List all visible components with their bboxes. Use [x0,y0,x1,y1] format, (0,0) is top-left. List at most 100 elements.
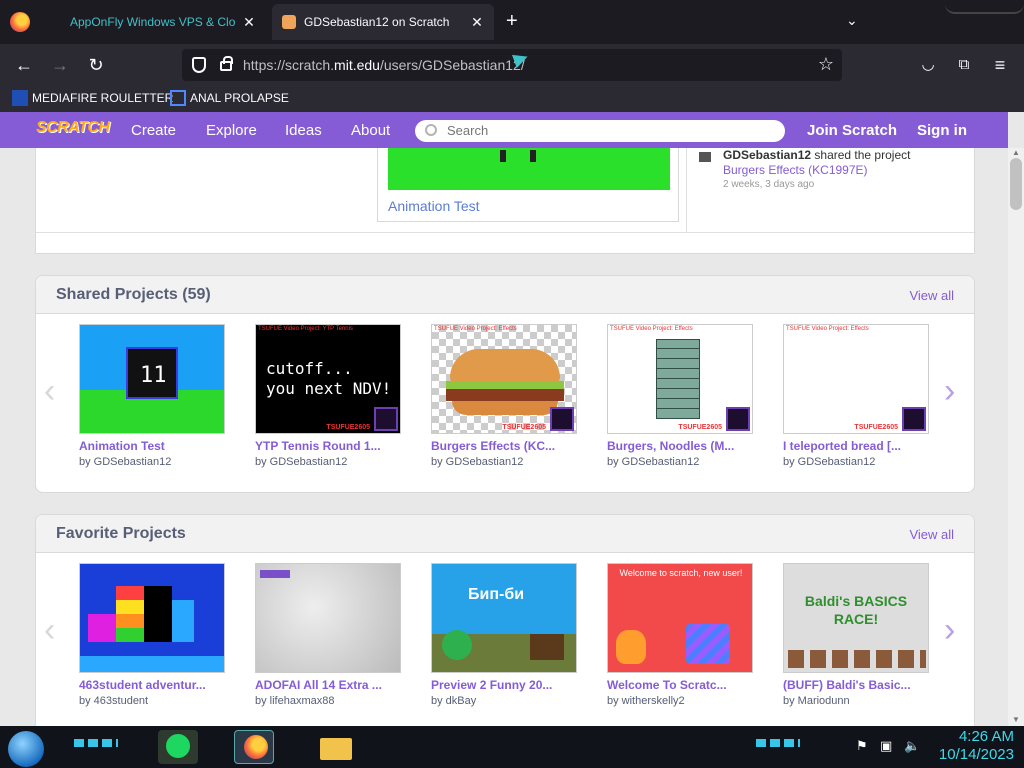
search-input[interactable] [447,123,747,138]
project-author[interactable]: by GDSebastian12 [79,456,225,468]
project-title[interactable]: Preview 2 Funny 20... [431,678,577,692]
project-card[interactable]: 11 Animation Test by GDSebastian12 [79,324,225,468]
carousel-left-arrow-icon[interactable]: ‹ [44,372,55,411]
project-title[interactable]: Burgers, Noodles (M... [607,439,753,453]
nav-create[interactable]: Create [131,122,176,139]
back-arrow-icon[interactable]: ← [12,53,36,77]
search-box[interactable] [415,120,785,142]
featured-activity-panel: Animation Test GDSebastian12 shared the … [35,148,976,254]
favorite-projects-title: Favorite Projects [56,525,186,542]
project-author[interactable]: by GDSebastian12 [783,456,929,468]
project-thumbnail[interactable] [79,563,225,673]
view-all-link[interactable]: View all [909,527,954,542]
project-author[interactable]: by witherskelly2 [607,695,753,707]
project-title[interactable]: Welcome To Scratc... [607,678,753,692]
scroll-down-icon[interactable]: ▼ [1012,715,1020,724]
project-thumbnail[interactable]: TSUFUE Video Project: Effects TSUFUE2605 [431,324,577,434]
project-thumbnail[interactable]: 11 [79,324,225,434]
nav-explore[interactable]: Explore [206,122,257,139]
taskbar-app-notes[interactable] [158,730,198,764]
bookmark-icon [170,90,186,106]
project-thumbnail[interactable]: Baldi's BASICS RACE! [783,563,929,673]
project-card[interactable]: TSUFUE Video Project: YTP Tennis cutoff.… [255,324,401,468]
project-title[interactable]: Burgers Effects (KC... [431,439,577,453]
view-all-link[interactable]: View all [909,288,954,303]
project-card[interactable]: TSUFUE Video Project: Effects TSUFUE2605… [607,324,753,468]
project-author[interactable]: by GDSebastian12 [431,456,577,468]
project-title[interactable]: Animation Test [79,439,225,453]
volume-icon[interactable]: 🔈 [904,738,920,754]
scroll-up-icon[interactable]: ▲ [1012,148,1020,157]
project-author[interactable]: by 463student [79,695,225,707]
bookmark-label: MEDIAFIRE ROULETTER [32,91,174,105]
project-title[interactable]: ADOFAI All 14 Extra ... [255,678,401,692]
project-author[interactable]: by Mariodunn [783,695,929,707]
bookmark-mediafire[interactable]: MEDIAFIRE ROULETTER [12,90,173,106]
system-clock[interactable]: 4:26 AM 10/14/2023 [939,728,1014,764]
featured-thumbnail[interactable] [388,148,670,190]
featured-project-card[interactable]: Animation Test [377,148,679,222]
scratch-favicon-icon [282,15,296,29]
taskbar-app-firefox[interactable] [234,730,274,764]
shield-icon[interactable] [192,57,206,73]
page-scrollbar[interactable]: ▲ ▼ [1008,148,1024,726]
tab-apponfly[interactable]: AppOnFly Windows VPS & Clo ✕ [60,4,266,40]
decorative-stripes [74,739,118,747]
favorite-projects-box: Favorite Projects View all ‹ › 463studen… [35,514,975,726]
project-title[interactable]: 463student adventur... [79,678,225,692]
forward-arrow-icon[interactable]: → [48,53,72,77]
activity-project-link[interactable]: Burgers Effects (KC1997E) [723,163,868,177]
star-icon[interactable]: ☆ [818,54,834,75]
project-author[interactable]: by lifehaxmax88 [255,695,401,707]
close-icon[interactable]: ✕ [242,14,256,31]
close-icon[interactable]: ✕ [470,14,484,31]
start-button[interactable] [8,731,44,767]
project-card[interactable]: ADOFAI All 14 Extra ... by lifehaxmax88 [255,563,401,707]
project-title[interactable]: I teleported bread [... [783,439,929,453]
carousel-right-arrow-icon[interactable]: › [944,611,955,650]
project-thumbnail[interactable]: Welcome to scratch, new user! [607,563,753,673]
project-thumbnail[interactable]: TSUFUE Video Project: YTP Tennis cutoff.… [255,324,401,434]
featured-project-title[interactable]: Animation Test [388,198,480,214]
nav-about[interactable]: About [351,122,390,139]
clock-time: 4:26 AM [958,728,1014,745]
project-thumbnail[interactable]: TSUFUE Video Project: Effects TSUFUE2605 [783,324,929,434]
scratch-logo[interactable]: SCRATCH [36,119,110,137]
taskbar-app-explorer[interactable] [316,730,356,764]
carousel-right-arrow-icon[interactable]: › [944,372,955,411]
project-card[interactable]: Baldi's BASICS RACE! (BUFF) Baldi's Basi… [783,563,929,707]
url-text[interactable]: https://scratch.mit.edu/users/GDSebastia… [243,57,525,73]
firefox-icon[interactable] [10,12,30,32]
project-thumbnail[interactable] [255,563,401,673]
project-card[interactable]: Welcome to scratch, new user! Welcome To… [607,563,753,707]
sign-in-link[interactable]: Sign in [917,122,967,139]
bookmark-anal-prolapse[interactable]: ANAL PROLAPSE [170,90,289,106]
project-card[interactable]: Бип-би Preview 2 Funny 20... by dkBay [431,563,577,707]
reload-icon[interactable]: ↻ [84,53,108,77]
project-thumbnail[interactable]: Бип-би [431,563,577,673]
project-thumbnail[interactable]: TSUFUE Video Project: Effects TSUFUE2605 [607,324,753,434]
project-title[interactable]: YTP Tennis Round 1... [255,439,401,453]
tab-scratch[interactable]: GDSebastian12 on Scratch ✕ [272,4,494,40]
project-author[interactable]: by dkBay [431,695,577,707]
extensions-icon[interactable]: ⧉ [952,53,976,77]
project-card[interactable]: TSUFUE Video Project: Effects TSUFUE2605… [431,324,577,468]
pocket-icon[interactable]: ◡ [916,53,940,77]
project-author[interactable]: by GDSebastian12 [255,456,401,468]
project-card[interactable]: TSUFUE Video Project: Effects TSUFUE2605… [783,324,929,468]
project-card[interactable]: 463student adventur... by 463student [79,563,225,707]
nav-ideas[interactable]: Ideas [285,122,322,139]
flag-icon[interactable]: ⚑ [856,738,868,754]
chevron-down-icon[interactable]: ⌄ [846,12,858,29]
decorative-stripes [756,739,800,747]
carousel-left-arrow-icon[interactable]: ‹ [44,611,55,650]
scrollbar-thumb[interactable] [1010,158,1022,210]
network-icon[interactable]: ▣ [880,738,892,754]
activity-time: 2 weeks, 3 days ago [723,179,815,190]
join-scratch-link[interactable]: Join Scratch [807,122,897,139]
project-author[interactable]: by GDSebastian12 [607,456,753,468]
project-title[interactable]: (BUFF) Baldi's Basic... [783,678,929,692]
lock-icon[interactable] [220,56,233,71]
menu-icon[interactable]: ≡ [988,53,1012,77]
new-tab-icon[interactable]: + [506,10,518,33]
